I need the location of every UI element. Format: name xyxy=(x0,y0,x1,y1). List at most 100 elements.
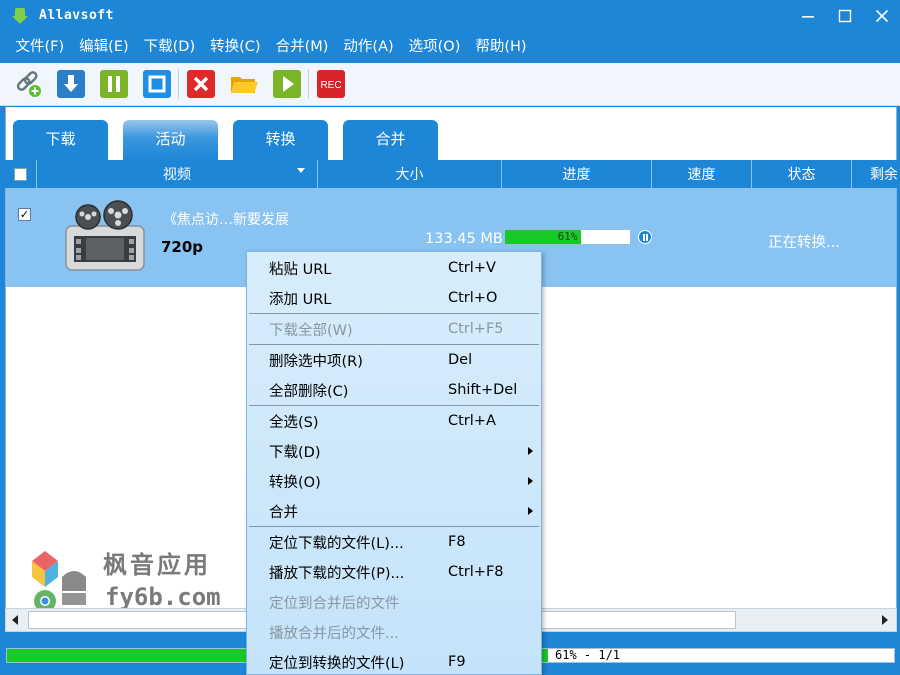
tab-merge[interactable]: 合并 xyxy=(343,120,438,160)
menu-item-shortcut: Ctrl+O xyxy=(448,290,498,306)
menu-item-label: 播放合并后的文件... xyxy=(269,625,399,642)
menu-convert[interactable]: 转换(C) xyxy=(203,35,268,56)
toolbar: REC xyxy=(0,63,900,106)
total-progress-text: 61% - 1/1 xyxy=(555,648,621,662)
menu-item-label: 转换(O) xyxy=(269,474,321,491)
add-url-button[interactable] xyxy=(12,69,43,100)
toolbar-separator xyxy=(308,69,309,99)
list-header: 视频 大小 进度 速度 状态 剩余 xyxy=(5,160,897,188)
menu-item-shortcut: F8 xyxy=(448,534,466,550)
close-button[interactable] xyxy=(863,0,900,31)
menu-item-label: 粘贴 URL xyxy=(269,261,332,278)
menu-download[interactable]: 下载(D) xyxy=(136,35,202,56)
maximize-button[interactable] xyxy=(826,0,863,31)
menu-item-label: 全部删除(C) xyxy=(269,383,349,400)
menu-item-play-merged: 播放合并后的文件... xyxy=(247,617,541,647)
menu-item-label: 添加 URL xyxy=(269,291,332,308)
video-title: 《焦点访…新要发展 xyxy=(163,212,289,228)
column-header-remaining[interactable]: 剩余 xyxy=(852,160,897,188)
column-header-label: 速度 xyxy=(687,167,716,183)
column-header-status[interactable]: 状态 xyxy=(752,160,852,188)
window-controls xyxy=(789,0,900,31)
open-folder-icon xyxy=(230,77,258,93)
context-menu: 粘贴 URL Ctrl+V 添加 URL Ctrl+O 下载全部(W) Ctrl+F5… xyxy=(246,251,542,675)
select-all-checkbox[interactable] xyxy=(14,167,27,181)
column-header-video[interactable]: 视频 xyxy=(37,160,318,188)
download-button[interactable] xyxy=(55,69,86,100)
tab-active[interactable]: 活动 xyxy=(123,120,218,160)
menu-item-label: 定位到转换的文件(L) xyxy=(269,655,405,672)
minimize-button[interactable] xyxy=(789,0,826,31)
row-pause-icon[interactable] xyxy=(638,230,652,244)
scroll-right-icon[interactable] xyxy=(882,615,888,625)
header-select-all[interactable] xyxy=(5,160,37,188)
row-status: 正在转换... xyxy=(768,235,840,251)
submenu-arrow-icon xyxy=(528,477,533,485)
menu-item-locate-downloaded[interactable]: 定位下载的文件(L)... F8 xyxy=(247,527,541,557)
menu-item-shortcut: Ctrl+V xyxy=(448,260,496,276)
menu-item-shortcut: Ctrl+F5 xyxy=(448,321,504,337)
download-icon xyxy=(56,70,85,98)
menu-item-shortcut: Ctrl+A xyxy=(448,413,496,429)
column-header-speed[interactable]: 速度 xyxy=(652,160,752,188)
menu-item-convert-submenu[interactable]: 转换(O) xyxy=(247,466,541,496)
play-button[interactable] xyxy=(271,69,302,100)
menu-item-label: 删除选中项(R) xyxy=(269,353,363,370)
menu-item-label: 全选(S) xyxy=(269,414,319,431)
menu-item-label: 定位下载的文件(L)... xyxy=(269,535,404,552)
menu-item-delete-selected[interactable]: 删除选中项(R) Del xyxy=(247,345,541,375)
menu-action[interactable]: 动作(A) xyxy=(336,35,401,56)
maximize-icon xyxy=(838,9,851,22)
tab-convert[interactable]: 转换 xyxy=(233,120,328,160)
scroll-left-icon[interactable] xyxy=(12,615,18,625)
column-header-size[interactable]: 大小 xyxy=(318,160,502,188)
close-icon xyxy=(875,9,888,22)
pause-icon xyxy=(99,70,128,98)
menu-item-delete-all[interactable]: 全部删除(C) Shift+Del xyxy=(247,375,541,405)
menu-item-download-submenu[interactable]: 下载(D) xyxy=(247,436,541,466)
column-header-progress[interactable]: 进度 xyxy=(502,160,652,188)
menu-item-download-all: 下载全部(W) Ctrl+F5 xyxy=(247,314,541,344)
row-checkbox[interactable]: ✓ xyxy=(18,208,31,221)
menu-item-play-downloaded[interactable]: 播放下载的文件(P)... Ctrl+F8 xyxy=(247,557,541,587)
column-header-label: 剩余 xyxy=(870,167,897,183)
tab-download[interactable]: 下载 xyxy=(13,120,108,160)
column-header-label: 大小 xyxy=(395,167,424,183)
app-logo-icon xyxy=(11,7,29,25)
window-title: Allavsoft xyxy=(39,8,114,23)
menu-item-locate-converted[interactable]: 定位到转换的文件(L) F9 xyxy=(247,647,541,675)
pause-button[interactable] xyxy=(98,69,129,100)
submenu-arrow-icon xyxy=(528,507,533,515)
menu-edit[interactable]: 编辑(E) xyxy=(72,35,136,56)
menu-file[interactable]: 文件(F) xyxy=(8,35,72,56)
video-file-icon xyxy=(65,200,145,271)
watermark-text-domain: fy6b.com xyxy=(105,583,221,611)
row-progress-bar: 61% xyxy=(504,229,631,245)
menu-item-shortcut: Shift+Del xyxy=(448,382,518,398)
toolbar-separator xyxy=(178,69,179,99)
delete-button[interactable] xyxy=(185,69,216,100)
video-resolution: 720p xyxy=(161,238,204,256)
tab-area: 下载 活动 转换 合并 xyxy=(5,107,897,160)
menu-item-merge-submenu[interactable]: 合并 xyxy=(247,496,541,526)
delete-icon xyxy=(186,70,215,98)
menu-options[interactable]: 选项(O) xyxy=(401,35,468,56)
menu-item-shortcut: Del xyxy=(448,352,473,368)
stop-button[interactable] xyxy=(141,69,172,100)
open-folder-button[interactable] xyxy=(228,69,259,100)
minimize-icon xyxy=(801,15,814,18)
menu-merge[interactable]: 合并(M) xyxy=(268,35,336,56)
watermark: 枫音应用 fy6b.com xyxy=(28,545,243,615)
menu-item-add-url[interactable]: 添加 URL Ctrl+O xyxy=(247,283,541,313)
play-icon xyxy=(272,70,301,98)
record-icon: REC xyxy=(316,70,345,98)
record-button[interactable]: REC xyxy=(315,69,346,100)
menu-help[interactable]: 帮助(H) xyxy=(468,35,534,56)
menu-item-label: 下载(D) xyxy=(269,444,321,461)
column-header-label: 进度 xyxy=(562,167,591,183)
menu-bar: 文件(F) 编辑(E) 下载(D) 转换(C) 合并(M) 动作(A) 选项(O… xyxy=(0,31,900,59)
submenu-arrow-icon xyxy=(528,447,533,455)
menu-item-select-all[interactable]: 全选(S) Ctrl+A xyxy=(247,406,541,436)
menu-item-label: 合并 xyxy=(269,504,298,521)
menu-item-paste-url[interactable]: 粘贴 URL Ctrl+V xyxy=(247,253,541,283)
